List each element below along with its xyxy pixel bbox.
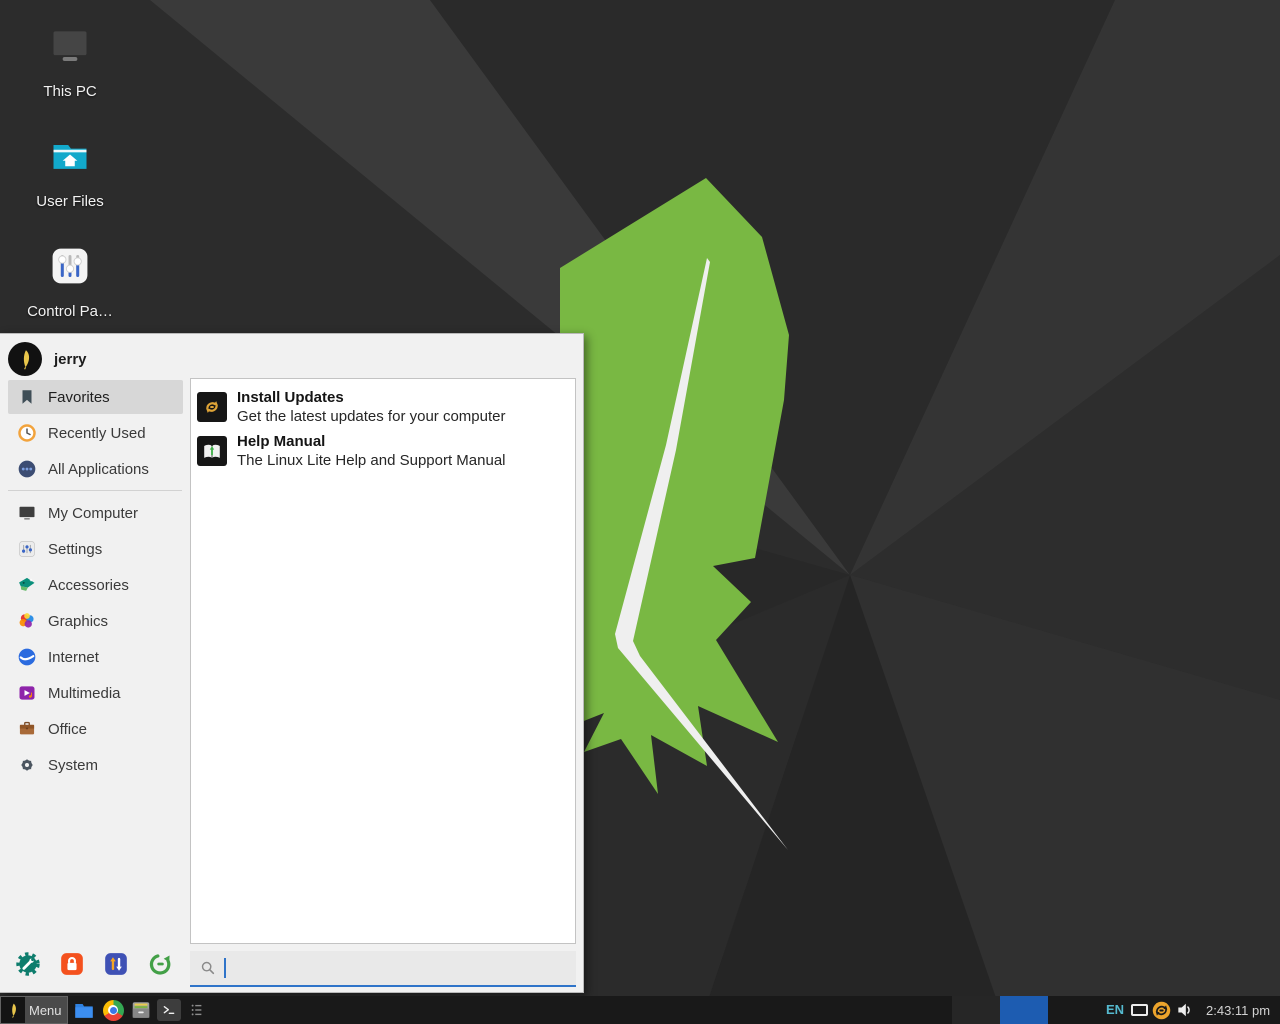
- volume-icon[interactable]: [1174, 999, 1196, 1021]
- app-row-help-manual[interactable]: Help Manual The Linux Lite Help and Supp…: [197, 429, 569, 473]
- settings-sliders-icon: [16, 538, 38, 560]
- sidebar-item-label: Internet: [48, 649, 99, 666]
- sidebar-divider: [8, 490, 182, 491]
- user-name: jerry: [54, 351, 87, 368]
- sidebar-item-settings[interactable]: Settings: [8, 532, 183, 566]
- app-subtitle: Get the latest updates for your computer: [237, 407, 505, 426]
- help-manual-icon: [197, 436, 227, 466]
- search-input[interactable]: [230, 951, 576, 985]
- sidebar-item-recently-used[interactable]: Recently Used: [8, 416, 183, 450]
- briefcase-icon: [16, 718, 38, 740]
- sidebar-item-label: Favorites: [48, 389, 110, 406]
- archive-manager-launcher[interactable]: [129, 998, 153, 1022]
- workspace-1[interactable]: [952, 996, 1000, 1024]
- sidebar-item-label: Accessories: [48, 577, 129, 594]
- computer-icon: [16, 502, 38, 524]
- app-row-install-updates[interactable]: Install Updates Get the latest updates f…: [197, 385, 569, 429]
- all-applications-icon: [16, 458, 38, 480]
- gear-icon: [16, 754, 38, 776]
- sidebar-item-label: Graphics: [48, 613, 108, 630]
- taskbar: Menu: [0, 996, 1280, 1024]
- internet-globe-icon: [16, 646, 38, 668]
- linux-lite-feather-icon: [1, 997, 25, 1023]
- control-panel-icon: [47, 244, 93, 293]
- desktop-icon-label: User Files: [15, 193, 125, 210]
- workspace-2-active[interactable]: [1000, 996, 1048, 1024]
- file-manager-icon: [72, 999, 96, 1021]
- desktop-icon-label: Control Pa…: [15, 303, 125, 320]
- log-out-icon: [103, 951, 129, 977]
- feather-avatar-icon: [14, 348, 36, 370]
- archive-manager-icon: [129, 999, 153, 1021]
- bookmark-icon: [16, 386, 38, 408]
- keyboard-layout-indicator[interactable]: EN: [1106, 1002, 1124, 1017]
- user-avatar[interactable]: [8, 342, 42, 376]
- chrome-icon: [103, 1000, 124, 1021]
- display-tray-icon[interactable]: [1131, 1004, 1148, 1016]
- shutdown-button[interactable]: [146, 950, 174, 978]
- sidebar-item-label: System: [48, 757, 98, 774]
- desktop-icon-label: This PC: [15, 83, 125, 100]
- search-icon: [200, 960, 216, 976]
- updates-notifier-icon[interactable]: [1150, 999, 1172, 1021]
- accessories-icon: [16, 574, 38, 596]
- lock-screen-icon: [59, 951, 85, 977]
- graphics-icon: [16, 610, 38, 632]
- log-out-button[interactable]: [102, 950, 130, 978]
- multimedia-icon: [16, 682, 38, 704]
- terminal-launcher[interactable]: [157, 998, 181, 1022]
- sidebar-item-label: Multimedia: [48, 685, 121, 702]
- lock-screen-button[interactable]: [58, 950, 86, 978]
- chrome-launcher[interactable]: [101, 998, 125, 1022]
- sidebar-item-label: Office: [48, 721, 87, 738]
- file-manager-launcher[interactable]: [72, 998, 96, 1022]
- sidebar-item-favorites[interactable]: Favorites: [8, 380, 183, 414]
- menu-button[interactable]: Menu: [0, 996, 68, 1024]
- sidebar-item-my-computer[interactable]: My Computer: [8, 496, 183, 530]
- shutdown-icon: [147, 951, 173, 977]
- menu-button-label: Menu: [29, 1003, 62, 1018]
- sidebar-item-office[interactable]: Office: [8, 712, 183, 746]
- text-caret: [224, 958, 226, 978]
- menu-search[interactable]: [190, 951, 576, 987]
- clock-icon: [16, 422, 38, 444]
- menu-user-header: jerry: [8, 340, 87, 378]
- window-list-icon: [190, 1002, 204, 1018]
- settings-manager-icon: [15, 951, 41, 977]
- sidebar-item-label: All Applications: [48, 461, 149, 478]
- sidebar-item-system[interactable]: System: [8, 748, 183, 782]
- sidebar-item-multimedia[interactable]: Multimedia: [8, 676, 183, 710]
- settings-manager-button[interactable]: [14, 950, 42, 978]
- desktop-icon-user-files[interactable]: User Files: [15, 134, 125, 210]
- app-title: Help Manual: [237, 432, 506, 451]
- app-title: Install Updates: [237, 388, 505, 407]
- terminal-icon: [157, 999, 181, 1021]
- sidebar-item-graphics[interactable]: Graphics: [8, 604, 183, 638]
- sidebar-item-label: Recently Used: [48, 425, 146, 442]
- desktop-icon-control-panel[interactable]: Control Pa…: [15, 244, 125, 320]
- window-list-button[interactable]: [185, 998, 209, 1022]
- sidebar-item-label: Settings: [48, 541, 102, 558]
- user-files-folder-icon: [47, 134, 93, 183]
- app-subtitle: The Linux Lite Help and Support Manual: [237, 451, 506, 470]
- sidebar-item-accessories[interactable]: Accessories: [8, 568, 183, 602]
- this-pc-icon: [47, 24, 93, 73]
- sidebar-item-label: My Computer: [48, 505, 138, 522]
- sidebar-item-internet[interactable]: Internet: [8, 640, 183, 674]
- menu-apps-panel: Install Updates Get the latest updates f…: [190, 378, 576, 944]
- sidebar-item-all-applications[interactable]: All Applications: [8, 452, 183, 486]
- desktop-icon-this-pc[interactable]: This PC: [15, 24, 125, 100]
- install-updates-icon: [197, 392, 227, 422]
- application-menu: jerry Favorites Recently Used All Applic…: [0, 333, 584, 993]
- clock[interactable]: 2:43:11 pm: [1206, 1003, 1270, 1018]
